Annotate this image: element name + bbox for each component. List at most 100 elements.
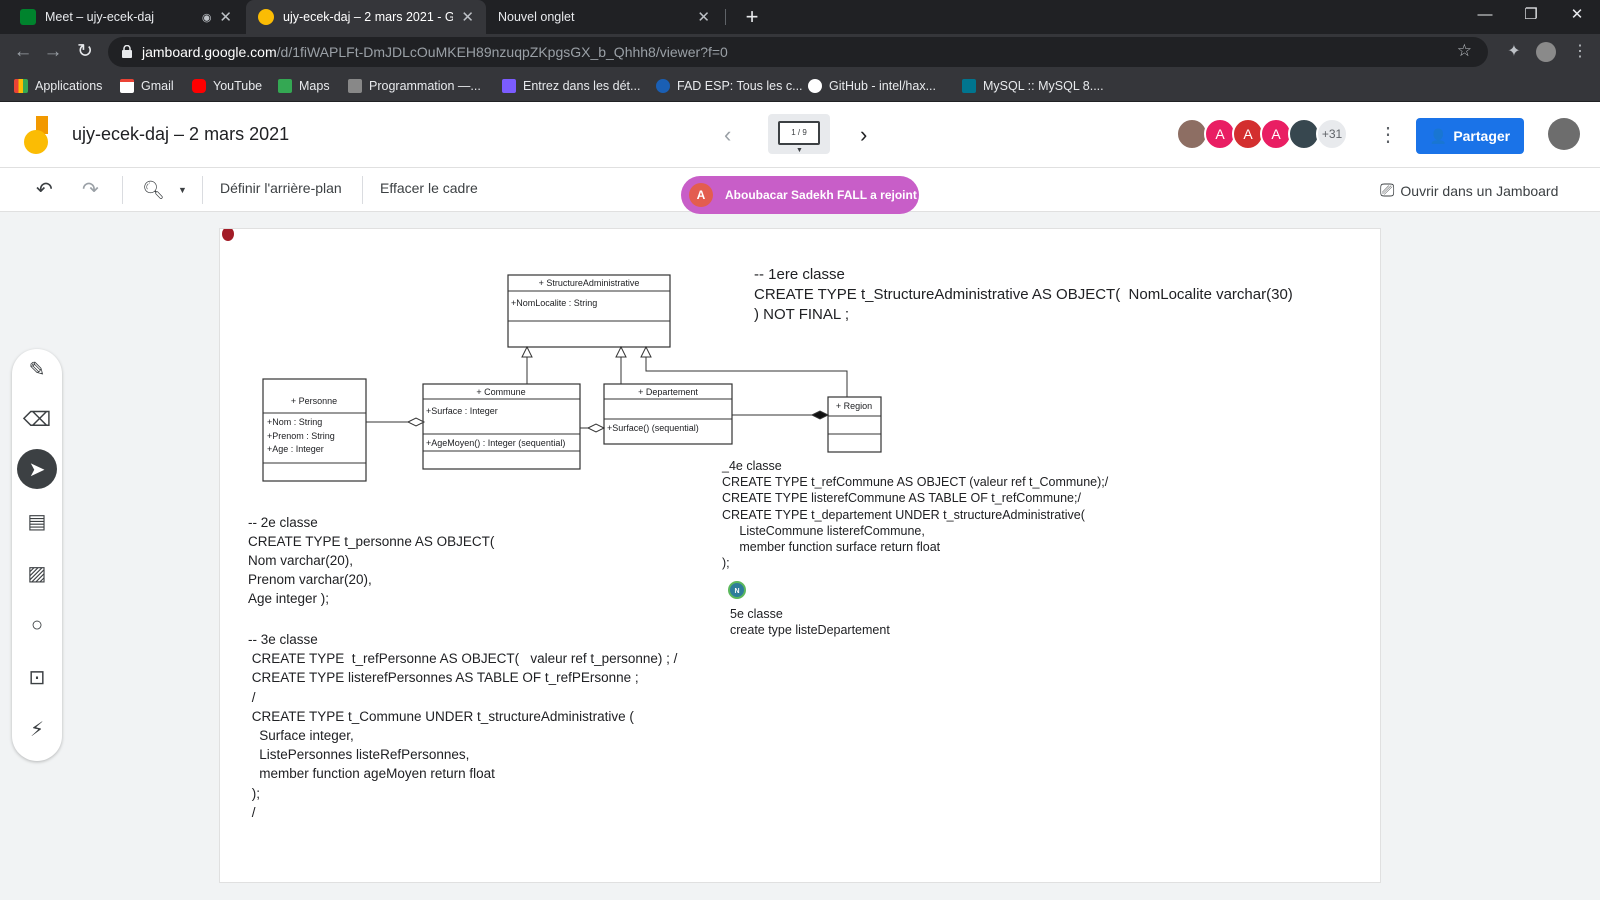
url-path: /d/1fiWAPLFt-DmJDLcOuMKEH89nzuqpZKpgsGX_… <box>276 44 728 60</box>
bookmark-gmail[interactable]: Gmail <box>120 76 174 96</box>
zoom-dropdown-icon[interactable]: ▼ <box>178 178 187 202</box>
share-button[interactable]: 👤 Partager <box>1416 118 1524 154</box>
uml-class-name: + Personne <box>291 396 337 406</box>
uml-attribute: +Surface : Integer <box>426 406 498 416</box>
jam-title[interactable]: ujy-ecek-daj – 2 mars 2021 <box>72 124 289 145</box>
tab-new[interactable]: Nouvel onglet ✕ <box>486 0 722 34</box>
bookmark-site-icon <box>502 79 516 93</box>
redo-icon[interactable]: ↷ <box>82 178 99 202</box>
jamboard-favicon-icon <box>258 9 274 25</box>
sql-note-4e-classe[interactable]: _4e classe CREATE TYPE t_refCommune AS O… <box>722 458 1108 571</box>
participants-count: +31 <box>1316 118 1348 150</box>
uml-class-departement: + Departement +Surface() (sequential) <box>603 383 733 445</box>
uml-class-name: + Departement <box>638 387 698 397</box>
bookmark-label: Gmail <box>141 79 174 93</box>
bookmark-maps[interactable]: Maps <box>278 76 330 96</box>
url-field[interactable]: jamboard.google.com/d/1fiWAPLFt-DmJDLcOu… <box>108 37 1488 67</box>
gmail-icon <box>120 79 134 93</box>
sql-note-2e-classe[interactable]: -- 2e classe CREATE TYPE t_personne AS O… <box>248 513 494 608</box>
uml-class-name: + Commune <box>476 387 525 397</box>
chrome-menu-icon[interactable]: ⋮ <box>1570 42 1590 62</box>
clear-frame-button[interactable]: Effacer le cadre <box>380 180 478 196</box>
tab-meet[interactable]: Meet – ujy-ecek-daj ◉ ✕ <box>8 0 244 34</box>
frame-bar-button[interactable]: 1 / 9 ▼ <box>768 114 830 154</box>
tab-title: Meet – ujy-ecek-daj <box>45 10 155 24</box>
uml-attribute: +Age : Integer <box>267 444 324 454</box>
select-icon[interactable]: ➤ <box>17 449 57 489</box>
maps-icon <box>278 79 292 93</box>
new-tab-button[interactable]: + <box>738 3 766 31</box>
circle-icon[interactable]: ○ <box>17 605 57 645</box>
github-icon <box>808 79 822 93</box>
image-icon[interactable]: ▨ <box>17 553 57 593</box>
jam-frame-canvas[interactable]: + StructureAdministrative +NomLocalite :… <box>219 228 1381 883</box>
bookmark-label: GitHub - intel/hax... <box>829 79 936 93</box>
zoom-icon[interactable]: 🔍︎ <box>142 178 165 202</box>
forward-icon[interactable]: → <box>40 39 66 65</box>
previous-frame-icon[interactable]: ‹ <box>724 122 731 148</box>
bookmark-mysql[interactable]: MySQL :: MySQL 8.... <box>962 76 1104 96</box>
sql-note-5e-classe[interactable]: 5e classe create type listeDepartement <box>730 606 890 638</box>
profile-avatar[interactable] <box>1536 42 1556 62</box>
toolbar-divider <box>202 176 203 204</box>
extensions-icon[interactable]: ✦ <box>1504 42 1524 62</box>
sql-note-3e-classe[interactable]: -- 3e classe CREATE TYPE t_refPersonne A… <box>248 630 677 822</box>
minimize-icon[interactable]: — <box>1462 0 1508 30</box>
book-icon <box>348 79 362 93</box>
jamboard-logo-icon <box>24 116 48 154</box>
restore-icon[interactable]: ❐ <box>1508 0 1554 30</box>
chevron-down-icon: ▼ <box>796 147 803 154</box>
set-background-button[interactable]: Définir l'arrière-plan <box>220 180 342 196</box>
bookmark-entrez[interactable]: Entrez dans les dét... <box>502 76 640 96</box>
uml-operation: +AgeMoyen() : Integer (sequential) <box>426 438 565 448</box>
collaborator-cursor: N <box>728 581 746 599</box>
tab-jamboard[interactable]: ujy-ecek-daj – 2 mars 2021 - Goo ✕ <box>246 0 486 34</box>
undo-icon[interactable]: ↶ <box>36 178 53 202</box>
tab-title: Nouvel onglet <box>498 10 575 24</box>
eraser-icon[interactable]: ⌫ <box>17 399 57 439</box>
more-options-icon[interactable]: ⋮ <box>1378 122 1398 147</box>
bookmark-fad-esp[interactable]: FAD ESP: Tous les c... <box>656 76 803 96</box>
bookmark-label: Maps <box>299 79 330 93</box>
account-avatar[interactable] <box>1548 118 1580 150</box>
uml-class-name: + StructureAdministrative <box>539 278 640 288</box>
bookmark-github[interactable]: GitHub - intel/hax... <box>808 76 936 96</box>
person-add-icon: 👤 <box>1429 127 1448 144</box>
uml-class-structure: + StructureAdministrative +NomLocalite :… <box>507 274 671 348</box>
close-tab-icon[interactable]: ✕ <box>461 8 474 26</box>
close-tab-icon[interactable]: ✕ <box>219 8 232 26</box>
close-window-icon[interactable]: ✕ <box>1554 0 1600 30</box>
bookmark-youtube[interactable]: YouTube <box>192 76 262 96</box>
sticky-note-icon[interactable]: ▤ <box>17 501 57 541</box>
sql-note-1ere-classe[interactable]: -- 1ere classe CREATE TYPE t_StructureAd… <box>754 265 1293 325</box>
close-tab-icon[interactable]: ✕ <box>697 8 710 26</box>
uml-operation: +Surface() (sequential) <box>607 423 699 433</box>
join-notification-text: Aboubacar Sadekh FALL a rejoint <box>725 188 917 202</box>
bookmark-label: FAD ESP: Tous les c... <box>677 79 803 93</box>
bookmark-label: Programmation —... <box>369 79 481 93</box>
uml-class-region: + Region <box>827 396 882 453</box>
share-label: Partager <box>1453 128 1511 144</box>
avatar: A <box>689 183 713 207</box>
tab-title: ujy-ecek-daj – 2 mars 2021 - Goo <box>283 10 454 24</box>
youtube-icon <box>192 79 206 93</box>
open-in-jamboard-button[interactable]: ⎚ Ouvrir dans un Jamboard <box>1380 180 1558 201</box>
bookmark-programmation[interactable]: Programmation —... <box>348 76 481 96</box>
bookmark-apps[interactable]: Applications <box>14 76 102 96</box>
pen-icon[interactable]: ✎ <box>17 349 57 389</box>
uml-class-commune: + Commune +Surface : Integer +AgeMoyen()… <box>422 383 581 470</box>
bookmark-label: Entrez dans les dét... <box>523 79 641 93</box>
uml-attribute: +Nom : String <box>267 417 322 427</box>
next-frame-icon[interactable]: › <box>860 122 867 148</box>
reload-icon[interactable]: ↻ <box>72 39 98 65</box>
toolbar-divider <box>362 176 363 204</box>
open-in-jamboard-label: Ouvrir dans un Jamboard <box>1400 182 1559 199</box>
text-box-icon[interactable]: ⊡ <box>17 657 57 697</box>
bookmark-label: YouTube <box>213 79 263 93</box>
back-icon[interactable]: ← <box>10 39 36 65</box>
laser-icon[interactable]: ⚡︎ <box>17 709 57 749</box>
uml-attribute: +Prenom : String <box>267 431 335 441</box>
meet-icon <box>20 9 36 25</box>
bookmark-star-icon[interactable]: ☆ <box>1457 41 1472 61</box>
bookmark-label: Applications <box>35 79 103 93</box>
